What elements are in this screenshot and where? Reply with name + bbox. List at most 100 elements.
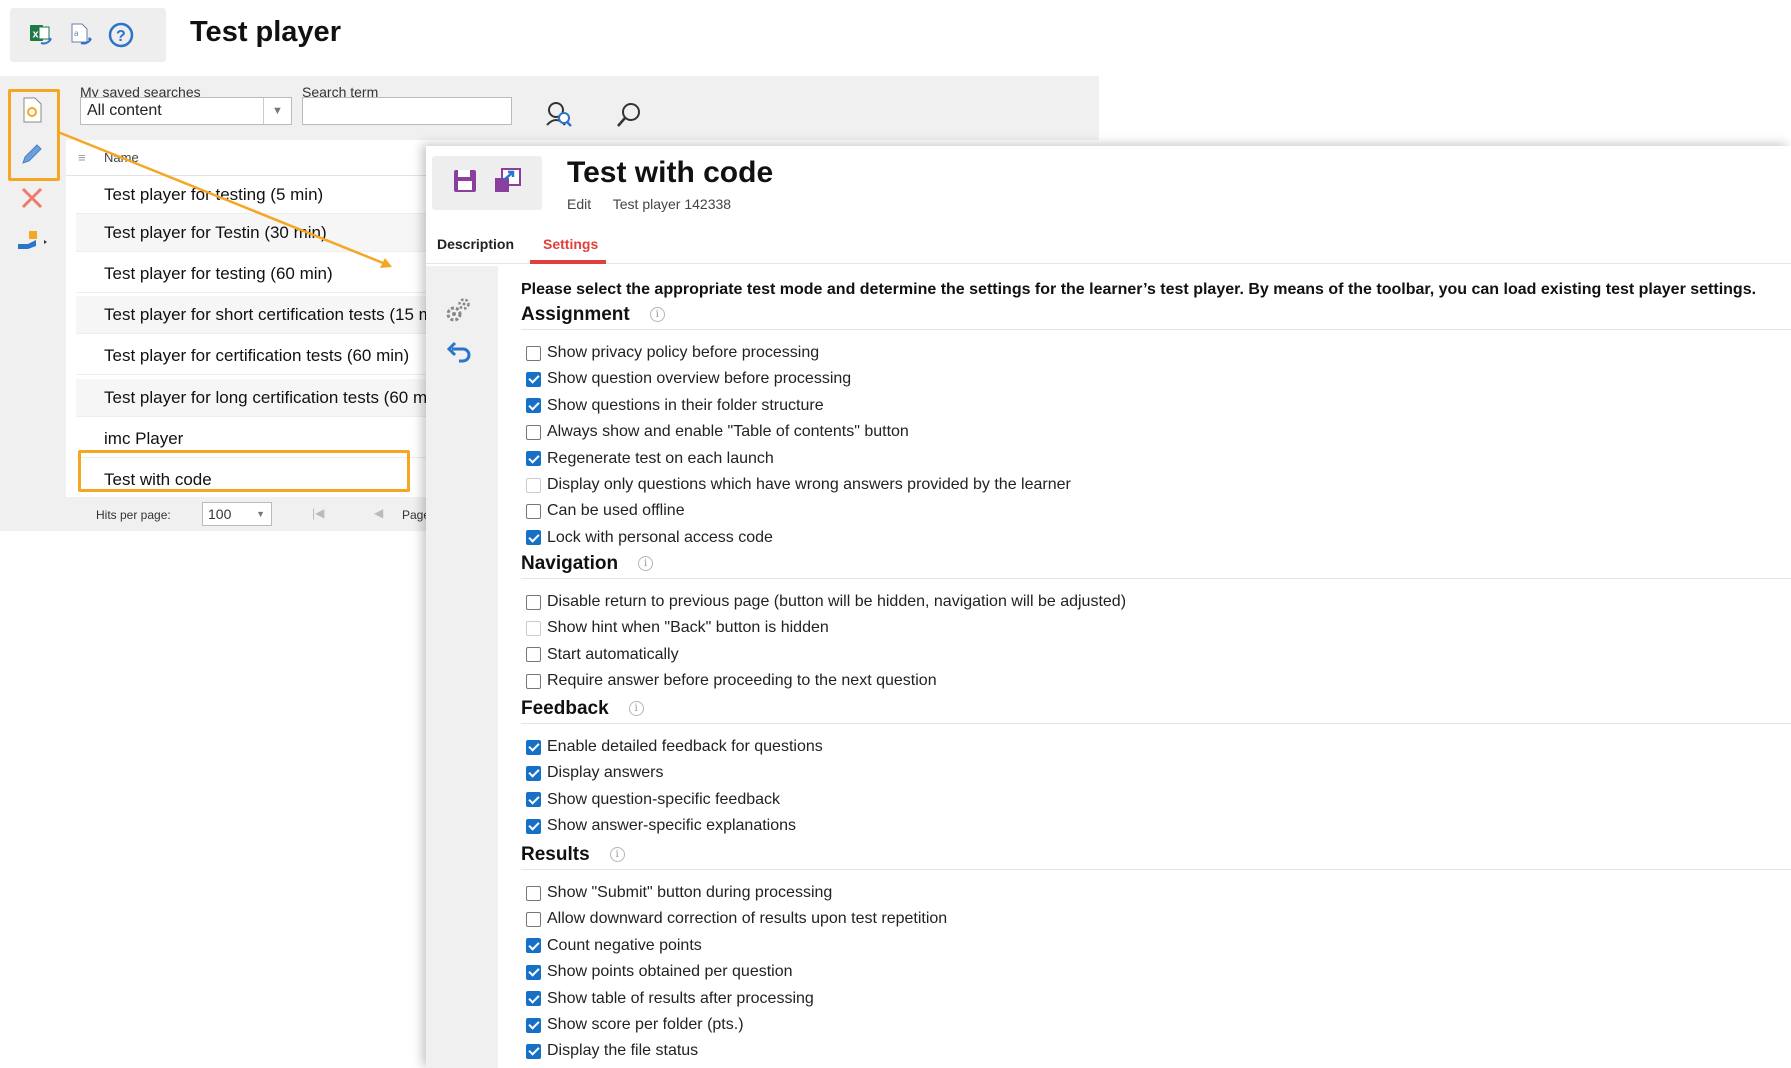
gears-icon[interactable] (440, 292, 476, 328)
checkbox-checked[interactable] (526, 1043, 541, 1059)
setting-label: Always show and enable "Table of content… (547, 423, 909, 441)
checkbox-unchecked[interactable] (526, 647, 541, 663)
person-search-icon[interactable] (542, 98, 574, 135)
selected-row-highlight-frame (78, 450, 410, 492)
column-header-name[interactable]: ≡ Name (66, 140, 426, 176)
main-toolbar: x a ? (10, 8, 166, 62)
setting-label: Show "Submit" button during processing (547, 884, 833, 901)
setting-option[interactable]: Count negative points (526, 935, 702, 957)
setting-label: Can be used offline (547, 502, 685, 520)
checkbox-unchecked (526, 620, 541, 636)
info-icon[interactable]: i (638, 556, 654, 571)
mode-label: Edit (567, 196, 592, 212)
save-icon[interactable] (450, 166, 480, 201)
checkbox-checked[interactable] (526, 765, 541, 781)
dialog-subtitle: Edit Test player 142338 (567, 196, 749, 212)
svg-text:?: ? (116, 28, 126, 45)
setting-option[interactable]: Lock with personal access code (526, 527, 773, 549)
tab-settings[interactable]: Settings (543, 236, 598, 252)
checkbox-checked[interactable] (526, 991, 541, 1007)
setting-option: Display only questions which have wrong … (526, 474, 1071, 496)
first-page-icon[interactable]: |◀ (312, 506, 324, 520)
checkbox-unchecked[interactable] (526, 424, 541, 440)
list-item[interactable]: Test player for long certification tests… (76, 379, 426, 417)
import-icon[interactable]: a (66, 20, 96, 50)
info-icon[interactable]: i (628, 701, 644, 716)
checkbox-unchecked[interactable] (526, 594, 541, 610)
undo-icon[interactable] (440, 334, 476, 370)
checkbox-unchecked[interactable] (526, 673, 541, 689)
setting-option[interactable]: Regenerate test on each launch (526, 448, 774, 470)
setting-option[interactable]: Start automatically (526, 644, 679, 666)
page-title: Test player (190, 16, 341, 48)
checkbox-checked[interactable] (526, 451, 541, 467)
setting-option[interactable]: Display answers (526, 762, 663, 784)
checkbox-checked[interactable] (526, 1017, 541, 1033)
section-title: Feedback (521, 698, 609, 719)
setting-option[interactable]: Show points obtained per question (526, 961, 793, 983)
search-icon[interactable] (614, 100, 644, 135)
tab-bar: Description Settings (426, 222, 1791, 264)
setting-label: Display the file status (547, 1042, 699, 1060)
checkbox-unchecked[interactable] (526, 503, 541, 519)
load-settings-icon[interactable] (492, 166, 524, 201)
chevron-down-icon[interactable]: ▼ (256, 509, 265, 519)
excel-export-icon[interactable]: x (26, 20, 56, 50)
info-icon[interactable]: i (609, 847, 625, 862)
help-icon[interactable]: ? (106, 20, 136, 50)
setting-option[interactable]: Show answer-specific explanations (526, 815, 796, 837)
setting-option[interactable]: Can be used offline (526, 500, 685, 522)
setting-option[interactable]: Show score per folder (pts.) (526, 1014, 744, 1036)
checkbox-checked[interactable] (526, 398, 541, 414)
tab-description[interactable]: Description (437, 236, 514, 252)
checkbox-checked[interactable] (526, 530, 541, 546)
checkbox-checked[interactable] (526, 792, 541, 808)
setting-option[interactable]: Show question overview before processing (526, 368, 851, 390)
checkbox-checked[interactable] (526, 371, 541, 387)
setting-label: Require answer before proceeding to the … (547, 672, 937, 690)
setting-option[interactable]: Show "Submit" button during processing (526, 882, 832, 904)
setting-option[interactable]: Display the file status (526, 1040, 698, 1062)
setting-option[interactable]: Allow downward correction of results upo… (526, 908, 947, 930)
list-item[interactable]: Test player for testing (60 min) (76, 255, 426, 293)
active-tab-indicator (530, 260, 606, 264)
saved-searches-value: All content (87, 102, 162, 119)
setting-option[interactable]: Show question-specific feedback (526, 789, 780, 811)
delete-x-icon[interactable] (14, 180, 50, 216)
section-title: Navigation (521, 553, 619, 574)
info-icon[interactable]: i (649, 307, 665, 322)
setting-option[interactable]: Enable detailed feedback for questions (526, 736, 823, 758)
list-item[interactable]: Test player for certification tests (60 … (76, 337, 426, 375)
list-item[interactable]: Test player for short certification test… (76, 296, 426, 334)
section-title: Results (521, 844, 590, 865)
setting-label: Regenerate test on each launch (547, 449, 774, 467)
checkbox-unchecked[interactable] (526, 885, 541, 901)
setting-option[interactable]: Disable return to previous page (button … (526, 591, 1126, 613)
checkbox-checked[interactable] (526, 964, 541, 980)
search-term-input[interactable] (302, 97, 512, 125)
setting-label: Disable return to previous page (button … (547, 593, 1127, 610)
saved-searches-select[interactable]: All content ▼ (80, 97, 292, 125)
list-item[interactable]: Test player for testing (5 min) (76, 176, 426, 214)
checkbox-unchecked[interactable] (526, 911, 541, 927)
chevron-down-icon[interactable]: ▼ (263, 98, 291, 124)
setting-label: Show question-specific feedback (547, 790, 781, 808)
setting-option[interactable]: Always show and enable "Table of content… (526, 421, 909, 443)
hits-per-page-select[interactable]: 100 ▼ (202, 502, 272, 526)
handover-icon[interactable] (14, 222, 50, 258)
setting-option[interactable]: Show privacy policy before processing (526, 342, 819, 364)
previous-page-icon[interactable]: ◀ (374, 506, 383, 520)
list-item[interactable]: Test player for Testin (30 min) (76, 214, 426, 252)
setting-option[interactable]: Show questions in their folder structure (526, 395, 824, 417)
column-menu-icon[interactable]: ≡ (78, 150, 86, 165)
object-label: Test player 142338 (612, 196, 732, 212)
section-header-navigation: Navigation i (521, 553, 1791, 579)
checkbox-checked[interactable] (526, 818, 541, 834)
checkbox-checked[interactable] (526, 739, 541, 755)
setting-option: Show hint when "Back" button is hidden (526, 617, 829, 639)
checkbox-checked[interactable] (526, 938, 541, 954)
setting-option[interactable]: Require answer before proceeding to the … (526, 670, 937, 692)
checkbox-unchecked[interactable] (526, 345, 541, 361)
setting-option[interactable]: Show table of results after processing (526, 988, 814, 1010)
setting-label: Display answers (547, 764, 664, 782)
